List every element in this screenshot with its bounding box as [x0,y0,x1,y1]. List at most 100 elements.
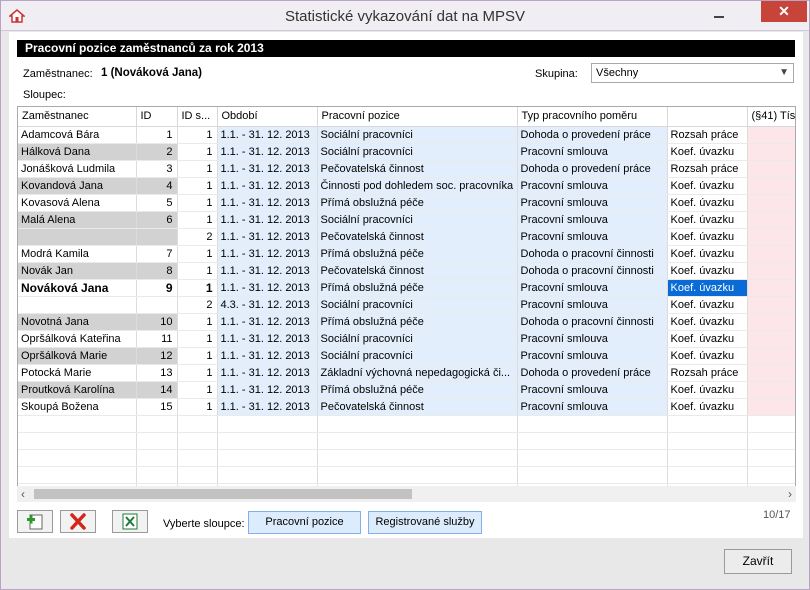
cell-id[interactable] [136,466,178,484]
cell-s41[interactable] [747,364,795,382]
cell-contract-type[interactable]: Pracovní smlouva [517,211,668,229]
cell-position[interactable]: Sociální pracovníci [317,330,518,348]
cell-measure[interactable]: Koef. úvazku [667,143,748,161]
cell-id[interactable]: 7 [136,245,178,263]
cell-contract-type[interactable]: Pracovní smlouva [517,347,668,365]
cell-position[interactable]: Činnosti pod dohledem soc. pracovníka [317,177,518,195]
cell-contract-type[interactable] [517,466,668,484]
cell-period[interactable]: 1.1. - 31. 12. 2013 [217,143,318,161]
col-header-period[interactable]: Období [217,107,318,127]
add-row-button[interactable] [17,510,53,533]
cell-period[interactable]: 1.1. - 31. 12. 2013 [217,194,318,212]
cell-s41[interactable] [747,279,795,297]
cell-id[interactable]: 2 [136,143,178,161]
cell-employee[interactable]: Malá Alena [18,211,137,229]
cell-s41[interactable] [747,415,795,433]
cell-contract-type[interactable] [517,432,668,450]
cell-id-s[interactable]: 1 [177,194,218,212]
cell-position[interactable]: Přímá obslužná péče [317,279,518,297]
cell-position[interactable]: Základní výchovná nepedagogická či... [317,364,518,382]
cell-contract-type[interactable] [517,449,668,467]
cell-period[interactable]: 1.1. - 31. 12. 2013 [217,160,318,178]
cell-position[interactable]: Pečovatelská činnost [317,262,518,280]
cell-id[interactable]: 9 [136,279,178,297]
cell-period[interactable] [217,432,318,450]
table-row[interactable]: Novák Jan 8 1 1.1. - 31. 12. 2013 Pečovatels… [18,262,795,280]
cell-contract-type[interactable]: Pracovní smlouva [517,330,668,348]
cell-id-s[interactable] [177,432,218,450]
cell-position[interactable]: Sociální pracovníci [317,296,518,314]
cell-position[interactable]: Pečovatelská činnost [317,228,518,246]
cell-position[interactable]: Přímá obslužná péče [317,381,518,399]
cell-id-s[interactable] [177,449,218,467]
cell-measure[interactable]: Koef. úvazku [667,398,748,416]
cell-period[interactable]: 1.1. - 31. 12. 2013 [217,398,318,416]
cell-id-s[interactable]: 1 [177,177,218,195]
table-row[interactable] [18,415,795,433]
cell-id-s[interactable]: 1 [177,211,218,229]
cell-id-s[interactable]: 1 [177,347,218,365]
cell-period[interactable]: 1.1. - 31. 12. 2013 [217,228,318,246]
cell-id[interactable]: 4 [136,177,178,195]
cell-position[interactable]: Sociální pracovníci [317,347,518,365]
cell-position[interactable]: Přímá obslužná péče [317,245,518,263]
cell-contract-type[interactable]: Pracovní smlouva [517,381,668,399]
table-row[interactable]: Jonášková Ludmila 3 1 1.1. - 31. 12. 2013 Pe… [18,160,795,178]
cell-period[interactable]: 1.1. - 31. 12. 2013 [217,347,318,365]
cell-position[interactable]: Sociální pracovníci [317,143,518,161]
cell-measure[interactable]: Koef. úvazku [667,177,748,195]
cell-id[interactable] [136,296,178,314]
cell-contract-type[interactable]: Dohoda o provedení práce [517,160,668,178]
table-row[interactable]: Hálková Dana 2 1 1.1. - 31. 12. 2013 Sociáln… [18,143,795,161]
cell-position[interactable]: Sociální pracovníci [317,211,518,229]
cell-id-s[interactable]: 1 [177,330,218,348]
cell-employee[interactable] [18,415,137,433]
cell-position[interactable] [317,466,518,484]
cell-id[interactable]: 11 [136,330,178,348]
cell-position[interactable] [317,415,518,433]
cell-s41[interactable] [747,381,795,399]
cell-id-s[interactable]: 2 [177,228,218,246]
cell-measure[interactable]: Koef. úvazku [667,245,748,263]
cell-measure[interactable]: Koef. úvazku [667,381,748,399]
cell-s41[interactable] [747,432,795,450]
cell-id-s[interactable]: 1 [177,364,218,382]
group-select[interactable]: Všechny ▼ [591,63,794,83]
close-button[interactable]: Zavřít [724,549,792,574]
table-row[interactable]: Modrá Kamila 7 1 1.1. - 31. 12. 2013 Přímá o… [18,245,795,263]
cell-employee[interactable]: Kovasová Alena [18,194,137,212]
cell-s41[interactable] [747,228,795,246]
cell-id[interactable]: 14 [136,381,178,399]
table-row[interactable]: Kovandová Jana 4 1 1.1. - 31. 12. 2013 Činno… [18,177,795,195]
window-close-button[interactable]: ✕ [761,1,807,22]
cell-period[interactable]: 1.1. - 31. 12. 2013 [217,177,318,195]
cell-id-s[interactable] [177,466,218,484]
cell-contract-type[interactable]: Dohoda o pracovní činnosti [517,313,668,331]
table-row[interactable]: Opršálková Kateřina 11 1 1.1. - 31. 12. 201… [18,330,795,348]
table-row[interactable]: Malá Alena 6 1 1.1. - 31. 12. 2013 Sociální … [18,211,795,229]
cell-contract-type[interactable]: Pracovní smlouva [517,143,668,161]
cell-employee[interactable]: Novák Jan [18,262,137,280]
table-row[interactable]: Skoupá Božena 15 1 1.1. - 31. 12. 2013 Pečov… [18,398,795,416]
cell-id-s[interactable]: 1 [177,398,218,416]
export-excel-button[interactable] [112,510,148,533]
cell-employee[interactable]: Hálková Dana [18,143,137,161]
table-row[interactable]: Adamcová Bára 1 1 1.1. - 31. 12. 2013 Sociál… [18,126,795,144]
cell-measure[interactable]: Koef. úvazku [667,330,748,348]
cell-employee[interactable] [18,449,137,467]
cell-id-s[interactable]: 1 [177,143,218,161]
cell-measure[interactable]: Rozsah práce [667,126,748,144]
col-header-measure[interactable] [667,107,748,127]
cell-id[interactable]: 13 [136,364,178,382]
cell-measure[interactable] [667,415,748,433]
cell-id[interactable]: 6 [136,211,178,229]
table-row[interactable] [18,466,795,484]
cell-id[interactable]: 8 [136,262,178,280]
cell-id[interactable] [136,432,178,450]
cell-employee[interactable]: Novotná Jana [18,313,137,331]
cell-id-s[interactable]: 1 [177,262,218,280]
col-header-id[interactable]: ID [136,107,178,127]
cell-id-s[interactable]: 1 [177,126,218,144]
cell-employee[interactable] [18,296,137,314]
cell-s41[interactable] [747,194,795,212]
